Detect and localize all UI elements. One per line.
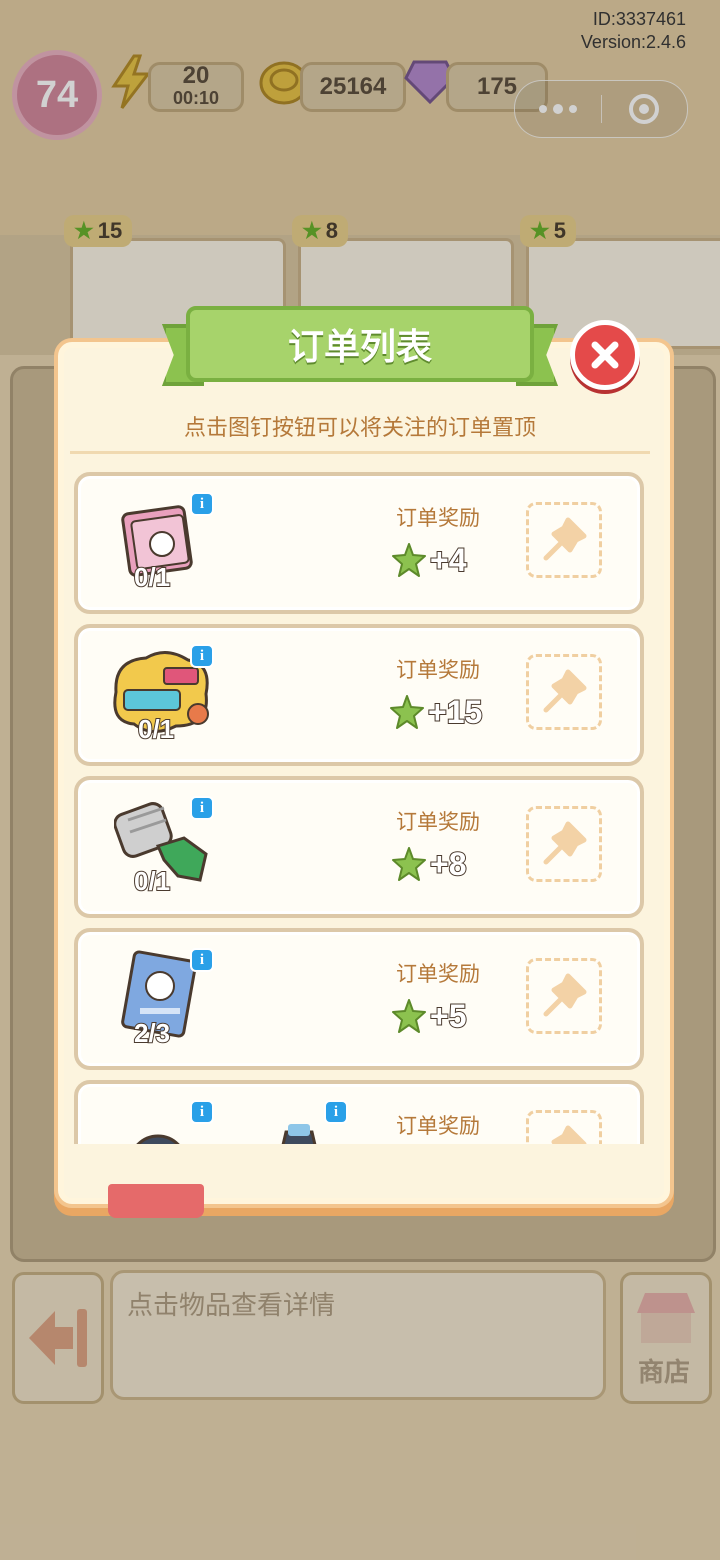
info-icon[interactable]: i xyxy=(324,1100,348,1124)
order-progress: 2/3 xyxy=(133,1017,171,1049)
reward-label: 订单奖励 xyxy=(396,811,480,834)
close-icon xyxy=(591,341,619,369)
order-card[interactable]: i i 订单奖励 xyxy=(74,1080,644,1144)
modal-title-text: 订单列表 xyxy=(287,326,432,367)
order-card[interactable]: 2/3 i 订单奖励 +5 xyxy=(74,928,644,1070)
reward-amount: +4 xyxy=(429,541,468,579)
close-button[interactable] xyxy=(570,320,640,390)
pin-icon xyxy=(543,821,587,865)
info-icon[interactable]: i xyxy=(190,644,214,668)
reward-label: 订单奖励 xyxy=(396,659,480,682)
star-icon xyxy=(390,695,424,729)
info-icon[interactable]: i xyxy=(190,796,214,820)
pin-icon xyxy=(551,1125,587,1144)
order-progress: 0/1 xyxy=(133,865,171,897)
pin-button[interactable] xyxy=(526,502,602,578)
reward-value: +4 xyxy=(390,540,468,580)
order-card[interactable]: 0/1 i 订单奖励 +4 xyxy=(74,472,644,614)
modal-title-ribbon: 订单列表 xyxy=(162,306,558,390)
reward-label: 订单奖励 xyxy=(396,1115,480,1138)
info-icon[interactable]: i xyxy=(190,948,214,972)
info-icon[interactable]: i xyxy=(190,492,214,516)
modal-subtitle: 点击图钉按钮可以将关注的订单置顶 xyxy=(183,415,536,440)
order-card[interactable]: 0/1 i 订单奖励 +15 xyxy=(74,624,644,766)
pin-button[interactable] xyxy=(526,1110,602,1144)
reward-amount: +15 xyxy=(427,693,483,731)
order-progress: 0/1 xyxy=(137,713,175,745)
pin-button[interactable] xyxy=(526,654,602,730)
modal-divider xyxy=(70,451,650,454)
reward-label: 订单奖励 xyxy=(396,507,480,530)
modal-bottom-tab xyxy=(108,1184,204,1218)
reward-label: 订单奖励 xyxy=(396,963,480,986)
order-list[interactable]: 0/1 i 订单奖励 +4 0/1 i 订单奖励 +15 0/1 i 订单奖励 … xyxy=(70,468,650,1144)
reward-value: +8 xyxy=(390,844,468,884)
star-icon xyxy=(392,847,426,881)
reward-value: +5 xyxy=(390,996,468,1036)
pin-icon xyxy=(543,973,587,1017)
star-icon xyxy=(392,999,426,1033)
modal-title: 订单列表 xyxy=(186,306,534,382)
info-icon[interactable]: i xyxy=(190,1100,214,1124)
order-card[interactable]: 0/1 i 订单奖励 +8 xyxy=(74,776,644,918)
pin-icon xyxy=(543,669,587,713)
star-icon xyxy=(392,543,426,577)
order-progress: 0/1 xyxy=(133,561,171,593)
reward-amount: +5 xyxy=(429,997,468,1035)
pin-button[interactable] xyxy=(526,958,602,1034)
reward-amount: +8 xyxy=(429,845,468,883)
pin-icon xyxy=(543,517,587,561)
pin-button[interactable] xyxy=(526,806,602,882)
reward-value: +15 xyxy=(388,692,483,732)
